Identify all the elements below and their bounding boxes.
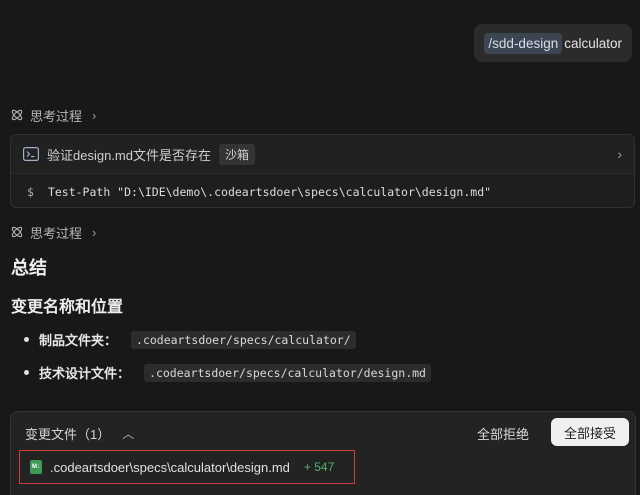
bullet-dot — [24, 370, 29, 375]
sandbox-badge: 沙箱 — [218, 143, 255, 165]
tool-call-header[interactable]: 验证design.md文件是否存在 沙箱 › — [11, 135, 634, 173]
chevron-right-icon: › — [92, 224, 97, 240]
inline-code: .codeartsdoer/specs/calculator/ — [131, 330, 356, 349]
tool-call-title: 验证design.md文件是否存在 — [47, 147, 211, 163]
prompt-symbol: $ — [27, 184, 34, 199]
changed-files-header[interactable]: 变更文件（1） ︿ — [25, 424, 134, 443]
thinking-label: 思考过程 — [30, 108, 83, 124]
changed-files-title: 变更文件（1） — [25, 427, 111, 442]
terminal-icon — [23, 147, 39, 161]
inline-code: .codeartsdoer/specs/calculator/design.md — [144, 363, 431, 382]
thinking-label: 思考过程 — [30, 225, 83, 241]
reject-all-button[interactable]: 全部拒绝 — [477, 424, 529, 443]
command-text: Test-Path "D:\IDE\demo\.codeartsdoer\spe… — [47, 184, 492, 199]
summary-subheading: 变更名称和位置 — [11, 299, 124, 316]
atom-icon — [11, 109, 23, 121]
thinking-toggle-2[interactable]: 思考过程 › — [10, 222, 96, 242]
command-argument: calculator — [564, 35, 622, 51]
atom-icon — [11, 226, 23, 238]
tool-call-card: 验证design.md文件是否存在 沙箱 › $ Test-Path "D:\I… — [10, 134, 635, 208]
changed-file-row[interactable]: M↓ .codeartsdoer\specs\calculator\design… — [19, 450, 355, 484]
file-path: .codeartsdoer\specs\calculator\design.md — [50, 459, 290, 475]
list-item-label: 技术设计文件： — [39, 366, 131, 381]
chevron-right-icon: › — [92, 107, 97, 123]
lines-added-count: + 547 — [303, 460, 335, 474]
thinking-toggle-1[interactable]: 思考过程 › — [10, 105, 96, 125]
accept-all-button[interactable]: 全部接受 — [551, 418, 629, 446]
list-item-label: 制品文件夹： — [39, 333, 118, 348]
changed-files-panel: 变更文件（1） ︿ 全部拒绝 全部接受 M↓ .codeartsdoer\spe… — [10, 411, 636, 495]
tool-call-command: $ Test-Path "D:\IDE\demo\.codeartsdoer\s… — [11, 173, 634, 207]
bullet-dot — [24, 337, 29, 342]
markdown-file-icon: M↓ — [30, 460, 42, 474]
chevron-right-icon: › — [617, 146, 622, 162]
chevron-up-icon: ︿ — [122, 427, 135, 441]
user-message: /sdd-design calculator — [474, 24, 632, 62]
slash-command-chip: /sdd-design — [484, 32, 563, 54]
summary-heading: 总结 — [11, 258, 47, 278]
list-item: 技术设计文件： .codeartsdoer/specs/calculator/d… — [24, 363, 431, 382]
list-item: 制品文件夹： .codeartsdoer/specs/calculator/ — [24, 330, 356, 349]
